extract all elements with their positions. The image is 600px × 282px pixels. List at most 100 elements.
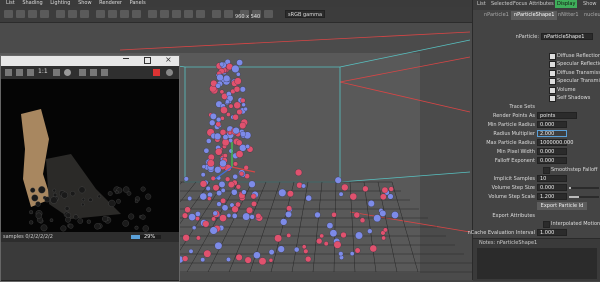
particle-field-input[interactable]: 0.000 [537, 148, 567, 155]
particle-field-label: Radius Multiplier [493, 131, 535, 137]
region-icon[interactable] [79, 69, 86, 76]
rendered-particle [134, 199, 139, 204]
xray-joints-icon[interactable] [212, 10, 221, 18]
attr-menu-item[interactable]: Focus [513, 1, 527, 7]
particle [285, 211, 292, 218]
implicit-field[interactable]: 10 [537, 175, 567, 182]
rendered-particle [64, 206, 70, 211]
particle [236, 59, 243, 66]
resolution-gate-icon[interactable] [80, 10, 89, 18]
minimize-icon[interactable] [123, 58, 129, 59]
isolate-select-icon[interactable] [184, 10, 193, 18]
settings-icon[interactable] [64, 69, 71, 76]
particle [222, 153, 228, 159]
volume-step-size-slider[interactable] [569, 187, 599, 189]
particle-field-input[interactable]: 1000000.000 [537, 139, 573, 146]
zoom-ratio[interactable]: 1:1 [38, 68, 48, 75]
display-badge[interactable]: Display [555, 0, 578, 8]
refresh-icon[interactable] [27, 69, 34, 76]
render-stat-checkbox[interactable] [549, 53, 556, 60]
slider-handle[interactable] [569, 196, 579, 198]
particle [232, 114, 239, 121]
volume-step-size-field[interactable]: 0.000 [537, 184, 567, 191]
menu-item[interactable]: Lighting [50, 0, 70, 7]
attr-menu-item[interactable]: Show [583, 1, 597, 7]
wireframe-icon[interactable] [96, 10, 105, 18]
render-icon[interactable] [5, 69, 12, 76]
ambient-occlusion-icon[interactable] [160, 10, 169, 18]
record-icon[interactable] [153, 69, 160, 76]
tab-nucleus1[interactable]: nucleus1 [581, 11, 600, 20]
export-particle-id-button[interactable]: Export Particle Id [537, 202, 587, 210]
render-stat-row: Volume [473, 86, 600, 94]
image-plane-icon[interactable] [40, 10, 49, 18]
render-view-titlebar[interactable]: × [1, 55, 179, 66]
node-name-row: nParticle: nParticleShape1 [473, 33, 600, 41]
antialiasing-icon[interactable] [172, 10, 181, 18]
rendered-shadow [46, 154, 121, 219]
volume-step-scale-slider[interactable] [569, 196, 599, 198]
lights-icon[interactable] [132, 10, 141, 18]
particle [277, 245, 285, 253]
notes-panel[interactable]: Notes: nParticleShape1 [473, 238, 600, 281]
particle-field-row: Falloff Exponent 0.000 [473, 157, 600, 165]
tab-nnitter1[interactable]: nNitter1 [555, 11, 582, 20]
smoothstep-checkbox[interactable] [543, 167, 550, 174]
attr-menu-item[interactable]: Attributes [529, 1, 554, 7]
particle [211, 216, 216, 222]
particle [240, 97, 246, 104]
render-stat-checkbox[interactable] [549, 69, 556, 77]
rendered-particle [44, 196, 51, 203]
particle [294, 246, 300, 253]
render-stat-label: Volume [557, 86, 576, 93]
shadows-icon[interactable] [148, 10, 157, 18]
channel-icon[interactable] [90, 69, 97, 76]
particle [235, 150, 244, 158]
maximize-icon[interactable] [144, 57, 151, 64]
textured-icon[interactable] [120, 10, 129, 18]
attr-menu-item[interactable]: List [477, 1, 486, 7]
tab-nparticleshape1[interactable]: nParticleShape1 [511, 11, 558, 20]
snapshot-icon[interactable] [16, 69, 23, 76]
notes-textarea[interactable] [477, 248, 597, 279]
volume-step-scale-field[interactable]: 1.200 [537, 193, 567, 200]
render-stat-checkbox[interactable] [549, 61, 556, 69]
trace-sets-label: Trace Sets [509, 104, 535, 110]
grid-icon[interactable] [56, 10, 65, 18]
rendered-particle [142, 225, 149, 232]
menu-item[interactable]: Renderer [99, 0, 122, 7]
bookmark-icon[interactable] [28, 10, 37, 18]
film-gate-icon[interactable] [68, 10, 77, 18]
render-stat-checkbox[interactable] [549, 78, 556, 86]
menu-item[interactable]: List [6, 0, 15, 7]
attr-menu-item[interactable]: Selected [491, 1, 513, 7]
close-icon[interactable]: × [165, 55, 172, 65]
particle-field-input[interactable]: 2.000 [537, 130, 567, 137]
alpha-icon[interactable] [101, 69, 108, 76]
xray-icon[interactable] [196, 10, 205, 18]
menu-item[interactable]: Panels [130, 0, 146, 7]
interp-checkbox[interactable] [543, 221, 550, 228]
particle-field-input[interactable]: 0.000 [537, 157, 567, 164]
colorspace-dropdown[interactable]: sRGB gamma [285, 10, 325, 18]
color-management-icon[interactable] [264, 10, 273, 18]
particle-field-row: Min Particle Radius 0.000 [473, 121, 600, 129]
camera-attr-icon[interactable] [16, 10, 25, 18]
smooth-shade-icon[interactable] [108, 10, 117, 18]
menu-item[interactable]: Show [78, 0, 92, 7]
color-swatch-icon[interactable] [166, 69, 173, 76]
rendered-particle [126, 191, 132, 196]
xray-components-icon[interactable] [224, 10, 233, 18]
frame-all-icon[interactable] [53, 69, 60, 76]
camera-icon[interactable] [4, 10, 13, 18]
menu-item[interactable]: Shading [22, 0, 42, 7]
render-view-window[interactable]: × 1:1 samples 0/2/2/2/2/2 29% [0, 55, 180, 282]
node-name-field[interactable]: nParticleShape1 [541, 33, 593, 40]
ncache-field[interactable]: 1.000 [537, 229, 567, 236]
render-stat-checkbox[interactable] [549, 95, 556, 102]
tab-nparticle1[interactable]: nParticle1 [481, 11, 512, 20]
particle-field-input[interactable]: 0.000 [537, 121, 567, 128]
render-stat-checkbox[interactable] [549, 86, 556, 94]
slider-handle[interactable] [569, 187, 571, 189]
render-points-dropdown[interactable]: points [537, 112, 577, 119]
